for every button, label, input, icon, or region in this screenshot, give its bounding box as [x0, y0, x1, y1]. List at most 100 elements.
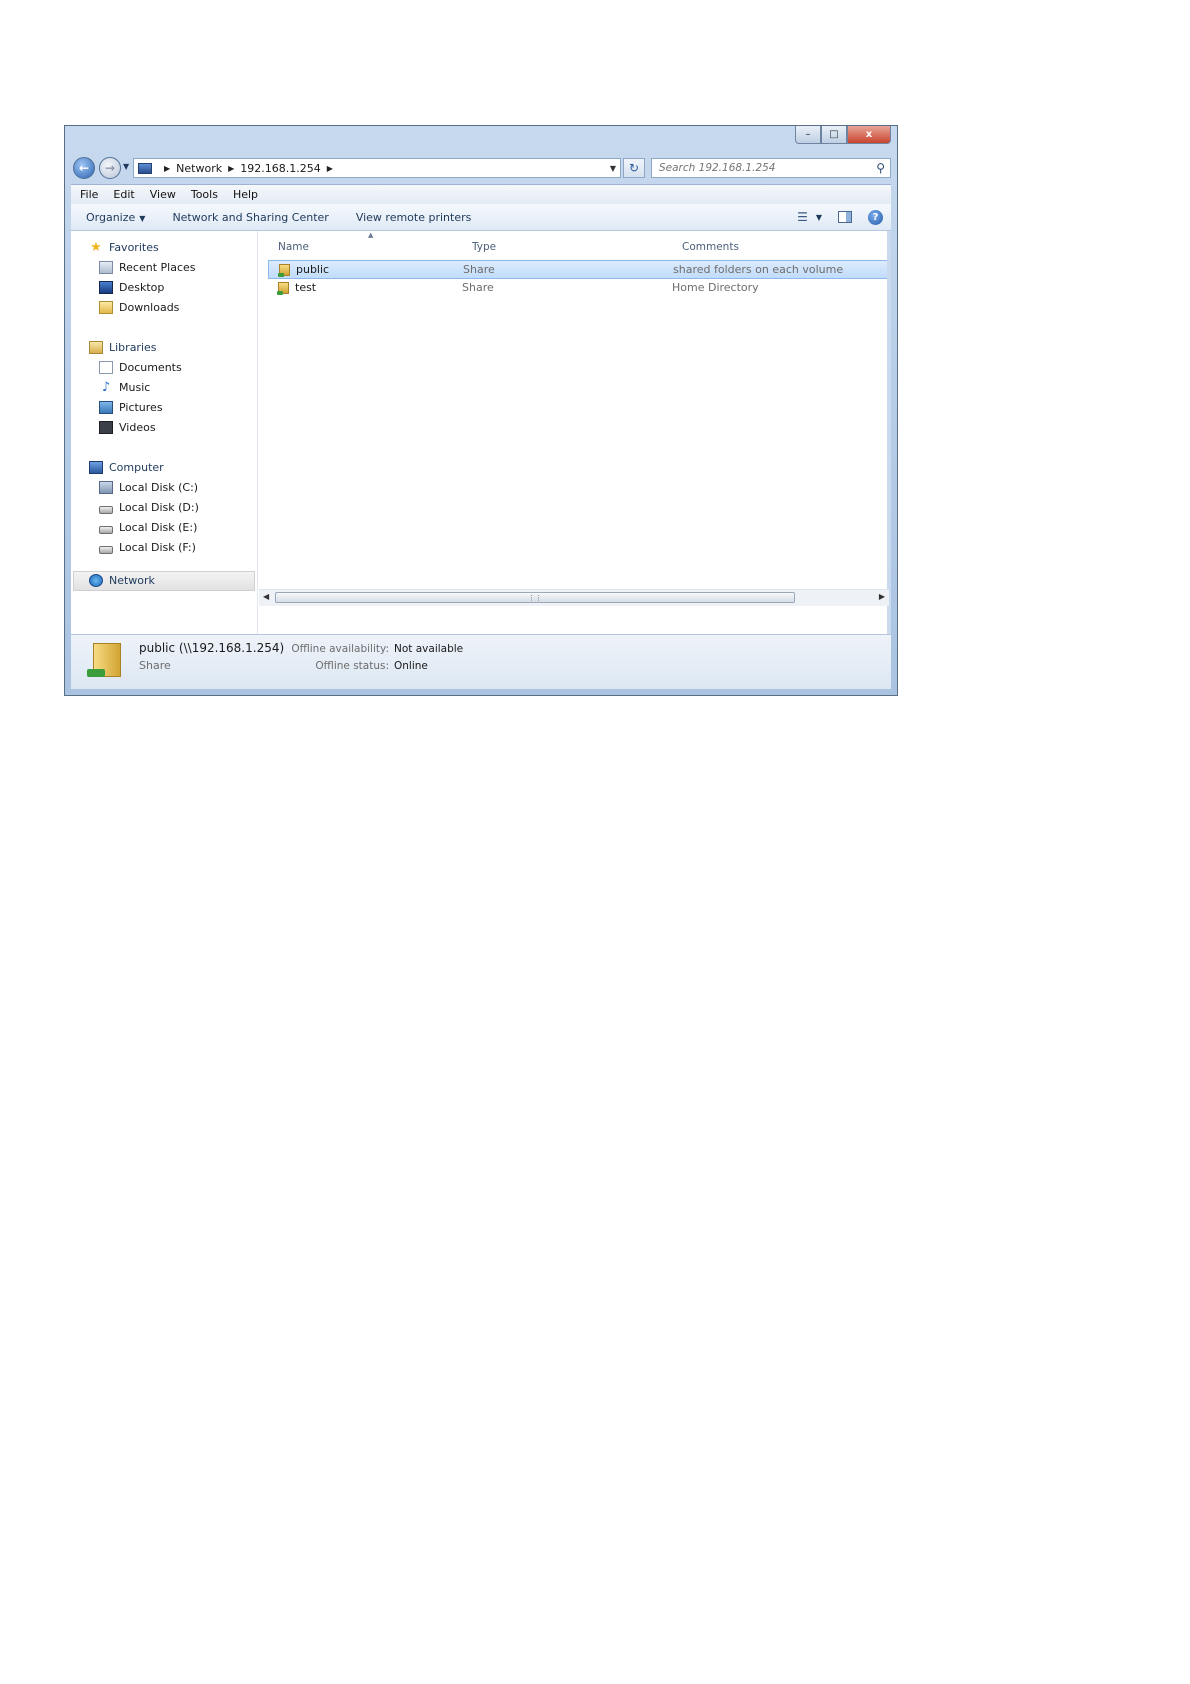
minimize-button[interactable]: – — [795, 126, 821, 144]
breadcrumb-network[interactable]: Network — [176, 162, 222, 175]
row-type: Share — [463, 263, 495, 276]
documents-icon — [99, 361, 113, 374]
nav-computer[interactable]: Computer — [89, 461, 164, 474]
nav-music[interactable]: ♪ Music — [99, 381, 150, 394]
computer-icon — [89, 461, 103, 474]
nav-disk-c-label: Local Disk (C:) — [119, 481, 199, 494]
chevron-right-icon[interactable]: ▶ — [228, 164, 234, 173]
menu-edit[interactable]: Edit — [113, 188, 134, 201]
nav-videos[interactable]: Videos — [99, 421, 156, 434]
nav-recent-places-label: Recent Places — [119, 261, 196, 274]
arrow-right-icon: → — [104, 161, 116, 175]
offline-status-value: Online — [394, 660, 428, 672]
nav-recent-places[interactable]: Recent Places — [99, 261, 196, 274]
libraries-icon — [89, 341, 103, 354]
recent-pages-dropdown-icon[interactable]: ▼ — [123, 162, 129, 171]
downloads-folder-icon — [99, 301, 113, 314]
organize-button[interactable]: Organize ▼ — [86, 211, 145, 224]
breadcrumb-ip[interactable]: 192.168.1.254 — [240, 162, 320, 175]
menu-view[interactable]: View — [150, 188, 176, 201]
scroll-right-icon[interactable]: ▶ — [879, 592, 885, 601]
chevron-right-icon[interactable]: ▶ — [164, 164, 170, 173]
shared-folder-icon — [278, 263, 290, 277]
nav-documents-label: Documents — [119, 361, 182, 374]
navigation-pane: ★ Favorites Recent Places Desktop Downloa… — [71, 231, 258, 636]
navigation-row: ← → ▼ ▶ Network ▶ 192.168.1.254 ▶ ▼ ↻ ⚲ — [73, 156, 891, 180]
nav-pictures[interactable]: Pictures — [99, 401, 163, 414]
nav-network-label: Network — [109, 574, 155, 587]
search-icon[interactable]: ⚲ — [876, 161, 885, 175]
grip-icon: ⋮⋮ — [528, 594, 542, 602]
menu-help[interactable]: Help — [233, 188, 258, 201]
desktop-icon — [99, 281, 113, 294]
nav-downloads[interactable]: Downloads — [99, 301, 179, 314]
nav-favorites-label: Favorites — [109, 241, 159, 254]
file-list: Name ▲ Type Comments public Share shared… — [258, 231, 891, 636]
offline-availability-label: Offline availability: — [291, 643, 389, 655]
refresh-button[interactable]: ↻ — [623, 158, 645, 178]
column-header-name[interactable]: Name — [278, 241, 309, 253]
table-row[interactable]: public Share shared folders on each volu… — [268, 260, 891, 279]
menu-tools[interactable]: Tools — [191, 188, 218, 201]
nav-pictures-label: Pictures — [119, 401, 163, 414]
nav-documents[interactable]: Documents — [99, 361, 182, 374]
nav-desktop[interactable]: Desktop — [99, 281, 164, 294]
horizontal-scrollbar[interactable]: ◀ ⋮⋮ ▶ — [259, 589, 889, 606]
nav-downloads-label: Downloads — [119, 301, 180, 314]
row-type: Share — [462, 281, 494, 294]
chevron-down-icon: ▼ — [139, 213, 146, 223]
details-pane: public (\\192.168.1.254) Share Offline a… — [71, 634, 891, 689]
help-icon[interactable]: ? — [868, 209, 883, 225]
table-row[interactable]: test Share Home Directory — [268, 279, 891, 298]
explorer-window: – □ x ← → ▼ ▶ Network ▶ 192.168.1.254 ▶ … — [64, 125, 898, 696]
column-header-type[interactable]: Type — [472, 241, 496, 253]
view-remote-printers-button[interactable]: View remote printers — [356, 211, 472, 224]
sort-ascending-icon: ▲ — [368, 231, 374, 239]
scrollbar-thumb[interactable]: ⋮⋮ — [275, 592, 795, 603]
scroll-left-icon[interactable]: ◀ — [263, 592, 269, 601]
shared-folder-icon — [277, 281, 289, 295]
nav-disk-f-label: Local Disk (F:) — [119, 541, 196, 554]
row-comments: shared folders on each volume — [673, 263, 844, 276]
network-sharing-center-button[interactable]: Network and Sharing Center — [172, 211, 328, 224]
details-title: public (\\192.168.1.254) — [139, 641, 285, 655]
menu-bar: File Edit View Tools Help — [71, 184, 891, 204]
row-name: public — [296, 263, 330, 276]
address-history-dropdown-icon[interactable]: ▼ — [610, 164, 616, 173]
maximize-button[interactable]: □ — [821, 126, 847, 144]
view-options-dropdown-icon[interactable]: ▼ — [816, 213, 822, 222]
nav-disk-c[interactable]: Local Disk (C:) — [99, 481, 198, 494]
back-button[interactable]: ← — [73, 157, 95, 179]
nav-disk-f[interactable]: Local Disk (F:) — [99, 541, 196, 554]
caption-buttons: – □ x — [795, 126, 891, 144]
nav-desktop-label: Desktop — [119, 281, 165, 294]
nav-network[interactable]: Network — [89, 574, 155, 587]
nav-disk-e-label: Local Disk (E:) — [119, 521, 198, 534]
close-button[interactable]: x — [847, 126, 891, 144]
nav-libraries-label: Libraries — [109, 341, 157, 354]
offline-status-label: Offline status: — [315, 660, 389, 672]
nav-libraries[interactable]: Libraries — [89, 341, 157, 354]
details-subtitle: Share — [139, 659, 171, 672]
pictures-icon — [99, 401, 113, 414]
menu-file[interactable]: File — [80, 188, 98, 201]
address-bar[interactable]: ▶ Network ▶ 192.168.1.254 ▶ ▼ — [133, 158, 621, 178]
search-box[interactable]: ⚲ — [651, 158, 891, 178]
search-input[interactable] — [652, 161, 851, 175]
chevron-right-icon[interactable]: ▶ — [327, 164, 333, 173]
system-disk-icon — [99, 481, 113, 494]
column-header-comments[interactable]: Comments — [682, 241, 739, 253]
star-icon: ★ — [90, 240, 102, 255]
row-comments: Home Directory — [672, 281, 759, 294]
forward-button[interactable]: → — [99, 157, 121, 179]
nav-disk-d-label: Local Disk (D:) — [119, 501, 199, 514]
nav-videos-label: Videos — [119, 421, 156, 434]
change-view-icon[interactable]: ☰ — [797, 210, 808, 224]
preview-pane-icon[interactable] — [838, 211, 852, 223]
refresh-icon: ↻ — [628, 161, 640, 175]
nav-disk-e[interactable]: Local Disk (E:) — [99, 521, 197, 534]
nav-favorites[interactable]: ★ Favorites — [89, 241, 159, 254]
nav-disk-d[interactable]: Local Disk (D:) — [99, 501, 199, 514]
hard-disk-icon — [99, 545, 113, 554]
row-name: test — [295, 281, 317, 294]
